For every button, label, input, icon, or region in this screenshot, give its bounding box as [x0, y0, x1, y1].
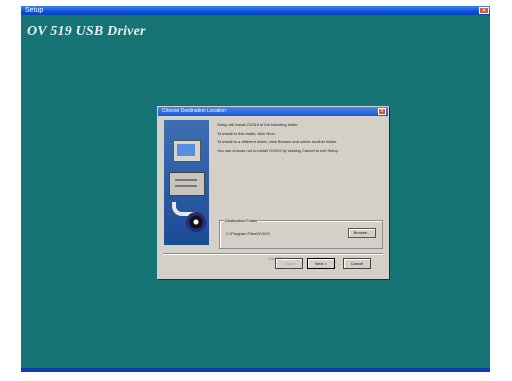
- setup-illustration: [164, 120, 209, 245]
- destination-folder-label: Destination Folder: [224, 218, 259, 223]
- setup-window: Setup × OV 519 USB Driver Choose Destina…: [21, 6, 490, 372]
- window-bottom-bar: [21, 368, 490, 372]
- computer-tower-icon: [169, 172, 205, 196]
- window-close-button[interactable]: ×: [479, 7, 489, 14]
- dialog-message: Setup will install OV519 in the followin…: [217, 122, 381, 156]
- message-line: To install to this folder, click Next.: [217, 130, 276, 136]
- dialog-separator: [163, 253, 383, 255]
- drive-slot: [175, 179, 197, 181]
- monitor-screen: [177, 144, 195, 156]
- cancel-button[interactable]: Cancel: [343, 258, 371, 269]
- message-line: You can choose not to install OV519 by c…: [217, 147, 339, 153]
- choose-destination-dialog: Choose Destination Location × Setup will…: [157, 106, 389, 279]
- cd-disc-icon: [186, 212, 206, 232]
- window-title: Setup: [25, 7, 44, 14]
- next-button[interactable]: Next >: [307, 258, 335, 269]
- destination-folder-group: Destination Folder C:\Program Files\OV51…: [219, 218, 383, 249]
- drive-slot: [175, 185, 197, 187]
- monitor-icon: [173, 140, 201, 162]
- message-line: Setup will install OV519 in the followin…: [217, 122, 299, 127]
- product-banner: OV 519 USB Driver: [27, 24, 146, 39]
- dialog-close-button[interactable]: ×: [378, 108, 386, 115]
- destination-path: C:\Program Files\OV519: [226, 231, 270, 236]
- browse-button[interactable]: Browse...: [348, 228, 376, 238]
- window-titlebar[interactable]: Setup ×: [21, 6, 490, 15]
- dialog-titlebar[interactable]: Choose Destination Location ×: [158, 107, 388, 116]
- back-button[interactable]: < Back: [275, 258, 303, 269]
- dialog-title: Choose Destination Location: [162, 108, 226, 114]
- message-line: To install to a different folder, click …: [217, 139, 338, 144]
